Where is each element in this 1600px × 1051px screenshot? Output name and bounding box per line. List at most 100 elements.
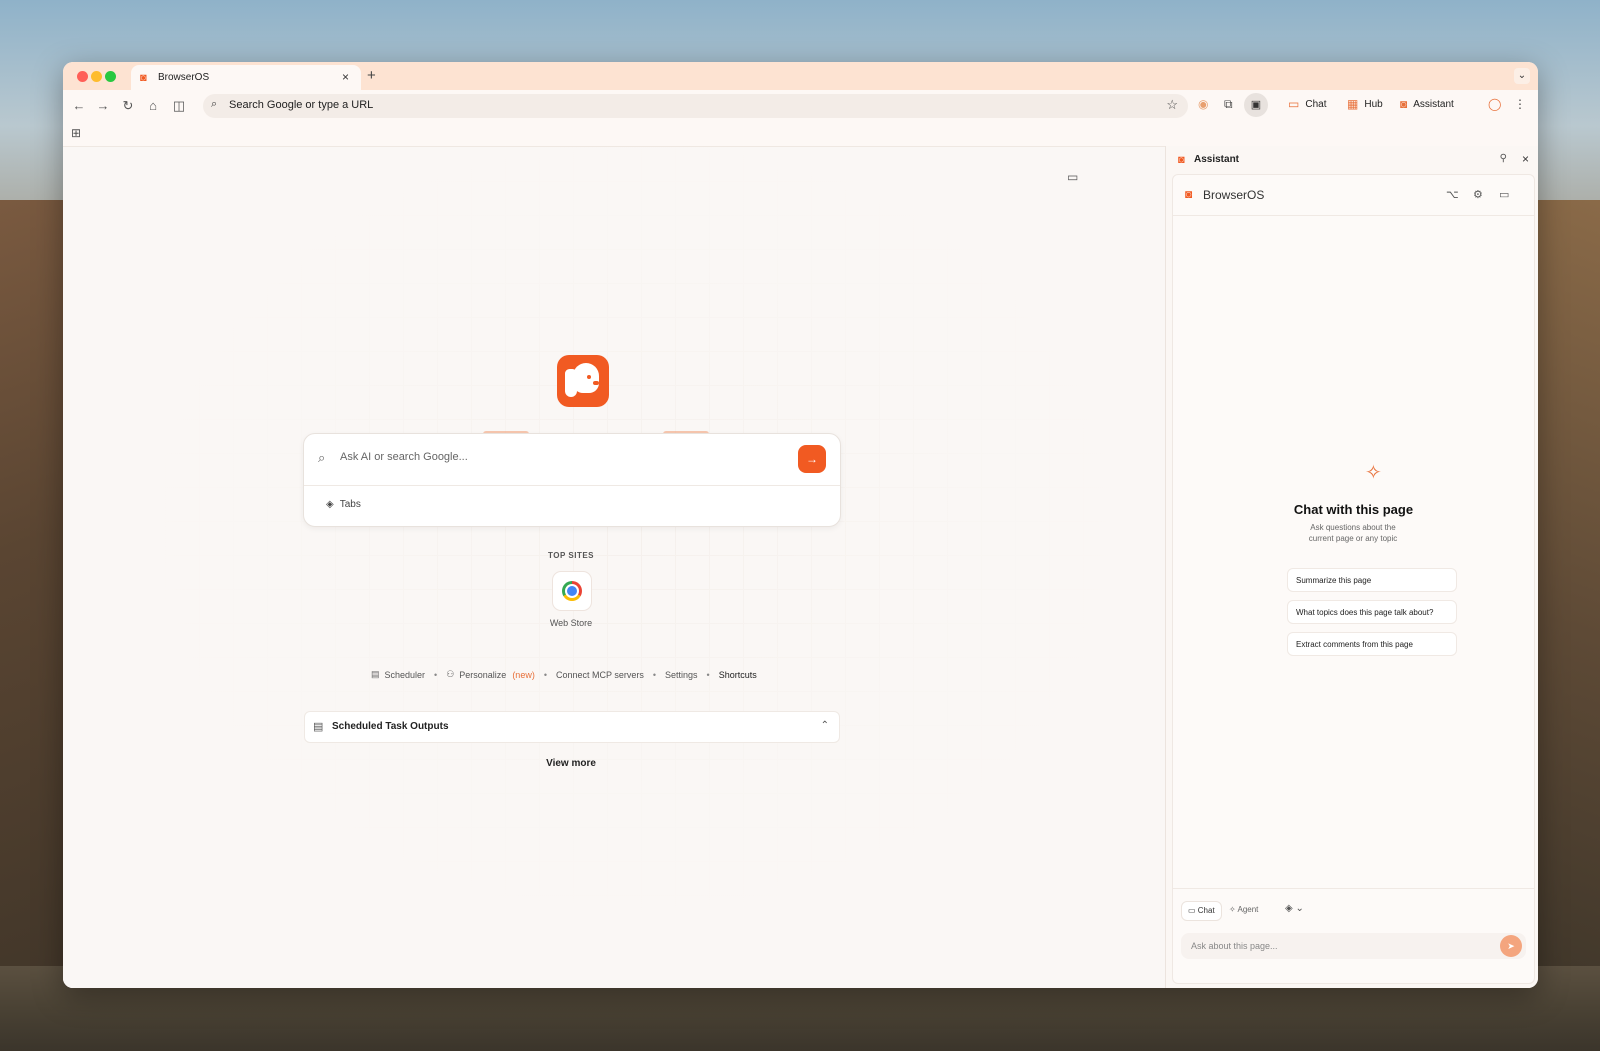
monitor-icon[interactable]: ▭: [1499, 188, 1509, 201]
profile-icon[interactable]: ◯: [1488, 97, 1501, 111]
chat-empty-subtitle: Ask questions about the current page or …: [1308, 523, 1398, 543]
tabs-chip[interactable]: ◈ Tabs: [326, 499, 361, 510]
calendar-icon: ▤: [371, 669, 380, 679]
mode-agent-label: Agent: [1237, 905, 1259, 914]
separator: •: [543, 669, 547, 680]
search-submit-button[interactable]: →: [798, 445, 826, 473]
divider: [304, 485, 840, 486]
chat-empty-title: Chat with this page: [1293, 502, 1414, 517]
github-icon[interactable]: ⌥: [1446, 188, 1459, 201]
maximize-window-button[interactable]: [105, 71, 116, 82]
connect-mcp-link[interactable]: Connect MCP servers: [556, 670, 644, 680]
extensions-puzzle-icon[interactable]: ⧉: [1224, 97, 1233, 112]
apps-grid-icon[interactable]: ⊞: [71, 126, 81, 140]
suggestion-topics[interactable]: What topics does this page talk about?: [1287, 600, 1457, 624]
logo-ear-shape: [565, 369, 577, 397]
chat-input-placeholder: Ask about this page...: [1191, 941, 1278, 951]
chat-input[interactable]: Ask about this page... ➤: [1181, 933, 1526, 959]
pin-icon[interactable]: ⚲: [1500, 153, 1507, 164]
new-tab-page: ▭ ⌕ Ask AI or search Google... → ◈ Tabs …: [63, 146, 1165, 988]
more-menu-icon[interactable]: ⋮: [1514, 97, 1526, 111]
mode-chat-label: Chat: [1197, 906, 1215, 915]
address-bar-text: Search Google or type a URL: [229, 99, 374, 111]
tab-title: BrowserOS: [158, 72, 210, 83]
ai-search-input[interactable]: Ask AI or search Google...: [340, 451, 468, 463]
browseros-favicon-icon: ◙: [140, 71, 147, 84]
suggestion-extract-comments[interactable]: Extract comments from this page: [1287, 632, 1457, 656]
side-panel-header: ◙ Assistant ⚲ ×: [1166, 146, 1538, 174]
send-icon[interactable]: ➤: [1500, 935, 1522, 957]
quick-links-row: ▤ Scheduler • ⚇ Personalize (new) • Conn…: [371, 669, 757, 680]
assistant-header: ◙ BrowserOS ⌥ ⚙ ▭: [1173, 175, 1534, 216]
calendar-icon: ▤: [313, 721, 324, 733]
hub-grid-icon: ▦: [1347, 97, 1359, 111]
grid-background-fade: [63, 147, 1165, 988]
mode-agent-tab[interactable]: ✧ Agent: [1223, 901, 1264, 919]
separator: •: [434, 669, 438, 680]
chrome-web-store-icon: [562, 581, 582, 601]
background-mountain-right: [1530, 200, 1600, 1051]
search-icon: ⌕: [211, 98, 218, 110]
chat-composer: ▭ Chat ✧ Agent ◈ ⌄ Ask about this page..…: [1173, 888, 1534, 983]
assistant-chat-container: ◙ BrowserOS ⌥ ⚙ ▭ ✧ Chat with this page …: [1172, 174, 1535, 984]
logo-nose-shape: [593, 381, 599, 385]
tabs-chip-label: Tabs: [339, 499, 361, 510]
ai-search-card: ⌕ Ask AI or search Google... → ◈ Tabs: [303, 433, 841, 527]
side-panel-title: Assistant: [1194, 154, 1240, 165]
separator: •: [706, 669, 710, 680]
chevron-up-icon[interactable]: ⌃: [821, 720, 829, 731]
tab-search-button[interactable]: ⌄: [1514, 68, 1530, 84]
assistant-button-label: Assistant: [1413, 98, 1454, 110]
suggestion-summarize[interactable]: Summarize this page: [1287, 568, 1457, 592]
sparkle-icon: ✧: [1365, 462, 1382, 484]
view-more-button[interactable]: View more: [63, 758, 1079, 769]
browseros-logo: [557, 355, 609, 407]
extension-icon[interactable]: ◉: [1198, 97, 1208, 111]
reload-button[interactable]: ↻: [120, 98, 136, 114]
browseros-logo-icon: ◙: [1185, 187, 1193, 201]
split-view-button[interactable]: ◫: [171, 98, 187, 114]
hub-button-label: Hub: [1364, 98, 1383, 110]
top-site-label: Web Store: [549, 618, 593, 628]
back-button[interactable]: ←: [71, 98, 87, 113]
minimize-window-button[interactable]: [91, 71, 102, 82]
top-site-web-store[interactable]: [552, 571, 592, 611]
chat-button[interactable]: ▭ Chat: [1288, 97, 1326, 111]
side-panel-toggle-button[interactable]: ▣: [1244, 93, 1268, 117]
new-tab-button[interactable]: +: [367, 67, 376, 84]
forward-button[interactable]: →: [95, 98, 111, 113]
context-layers-dropdown[interactable]: ◈ ⌄: [1285, 903, 1304, 914]
browseros-logo-icon: ◙: [1400, 97, 1408, 111]
settings-link[interactable]: Settings: [665, 670, 698, 680]
personalize-link[interactable]: Personalize: [459, 670, 506, 680]
address-bar[interactable]: ⌕ Search Google or type a URL ☆: [203, 94, 1188, 118]
browser-window: ◙ BrowserOS × + ⌄ ← → ↻ ⌂ ◫ ⌕ Search Goo…: [63, 62, 1538, 988]
bookmark-star-icon[interactable]: ☆: [1166, 97, 1178, 113]
toolbar: ← → ↻ ⌂ ◫ ⌕ Search Google or type a URL …: [63, 90, 1538, 122]
chat-bubble-icon: ▭: [1288, 97, 1300, 111]
tab-close-icon[interactable]: ×: [342, 70, 349, 84]
browseros-logo-icon: ◙: [1178, 154, 1185, 166]
gear-icon[interactable]: ⚙: [1473, 188, 1483, 201]
hub-button[interactable]: ▦ Hub: [1347, 97, 1383, 111]
search-icon: ⌕: [318, 450, 326, 465]
shortcuts-link[interactable]: Shortcuts: [719, 670, 757, 680]
scheduled-task-outputs-title: Scheduled Task Outputs: [332, 721, 449, 732]
assistant-button[interactable]: ◙ Assistant: [1400, 97, 1454, 111]
logo-eye-shape: [587, 375, 591, 379]
tab-browseros[interactable]: ◙ BrowserOS ×: [131, 65, 361, 90]
close-icon[interactable]: ×: [1522, 152, 1529, 166]
top-sites-heading: TOP SITES: [548, 551, 594, 560]
scheduler-link[interactable]: Scheduler: [385, 670, 426, 680]
separator: •: [652, 669, 657, 680]
new-badge: (new): [512, 669, 535, 680]
personalize-icon: ⚇: [446, 669, 455, 679]
tab-bar: ◙ BrowserOS × + ⌄: [63, 62, 1538, 90]
home-button[interactable]: ⌂: [145, 98, 161, 113]
close-window-button[interactable]: [77, 71, 88, 82]
monitor-icon[interactable]: ▭: [1067, 170, 1078, 184]
mode-chat-tab[interactable]: ▭ Chat: [1181, 901, 1222, 921]
assistant-app-name: BrowserOS: [1203, 188, 1265, 202]
scheduled-task-outputs-panel[interactable]: ▤ Scheduled Task Outputs ⌃: [304, 711, 840, 743]
assistant-side-panel: ◙ Assistant ⚲ × ◙ BrowserOS ⌥ ⚙ ▭ ✧ Chat…: [1165, 146, 1538, 988]
